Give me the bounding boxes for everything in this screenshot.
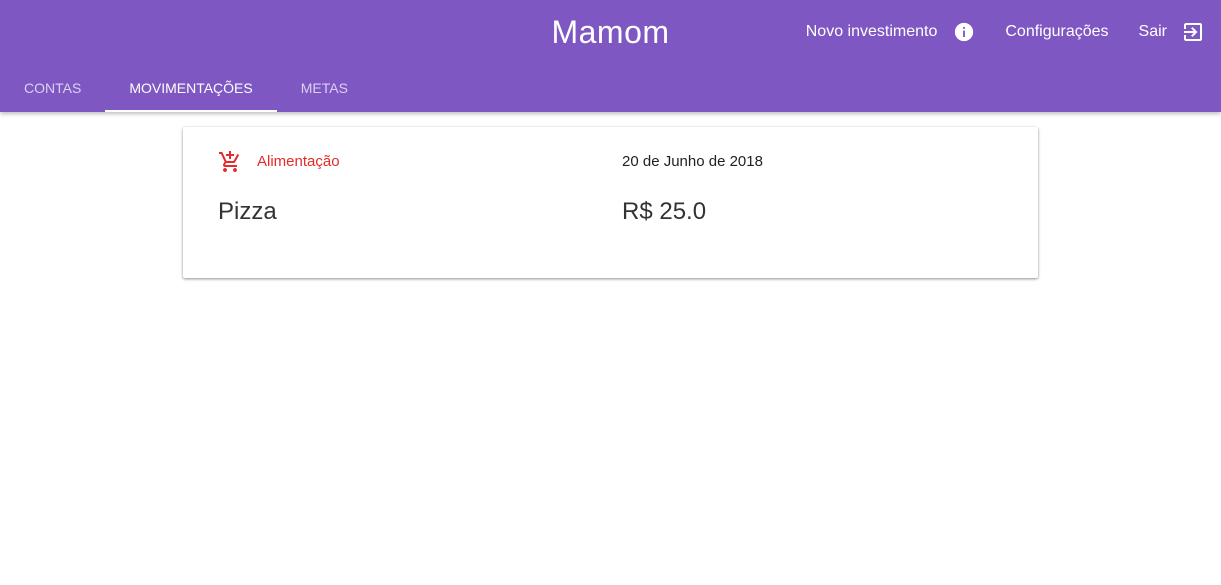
new-investment-label: Novo investimento xyxy=(805,23,938,40)
logout-button[interactable]: Sair xyxy=(1139,18,1205,46)
settings-label: Configurações xyxy=(1005,23,1109,40)
info-icon[interactable] xyxy=(953,21,975,43)
app-bar: Mamom Novo investimento Configurações Sa… xyxy=(0,0,1221,112)
movement-card[interactable]: Alimentação 20 de Junho de 2018 Pizza R$… xyxy=(183,127,1038,278)
movement-category: Alimentação xyxy=(257,153,340,170)
logout-label: Sair xyxy=(1138,23,1167,40)
new-investment-button[interactable]: Novo investimento xyxy=(806,18,976,46)
tab-metas[interactable]: METAS xyxy=(277,64,372,112)
movement-amount: R$ 25.0 xyxy=(622,198,707,225)
tab-bar: CONTAS MOVIMENTAÇÕES METAS xyxy=(0,64,372,112)
settings-button[interactable]: Configurações xyxy=(1005,18,1108,46)
exit-icon xyxy=(1181,20,1205,44)
movement-description: Pizza xyxy=(218,198,277,225)
header-actions: Novo investimento Configurações Sair xyxy=(806,18,1205,46)
add-shopping-cart-icon xyxy=(218,150,242,174)
movement-date: 20 de Junho de 2018 xyxy=(622,153,763,170)
tab-movimentacoes[interactable]: MOVIMENTAÇÕES xyxy=(105,64,278,112)
tab-contas[interactable]: CONTAS xyxy=(0,64,105,112)
